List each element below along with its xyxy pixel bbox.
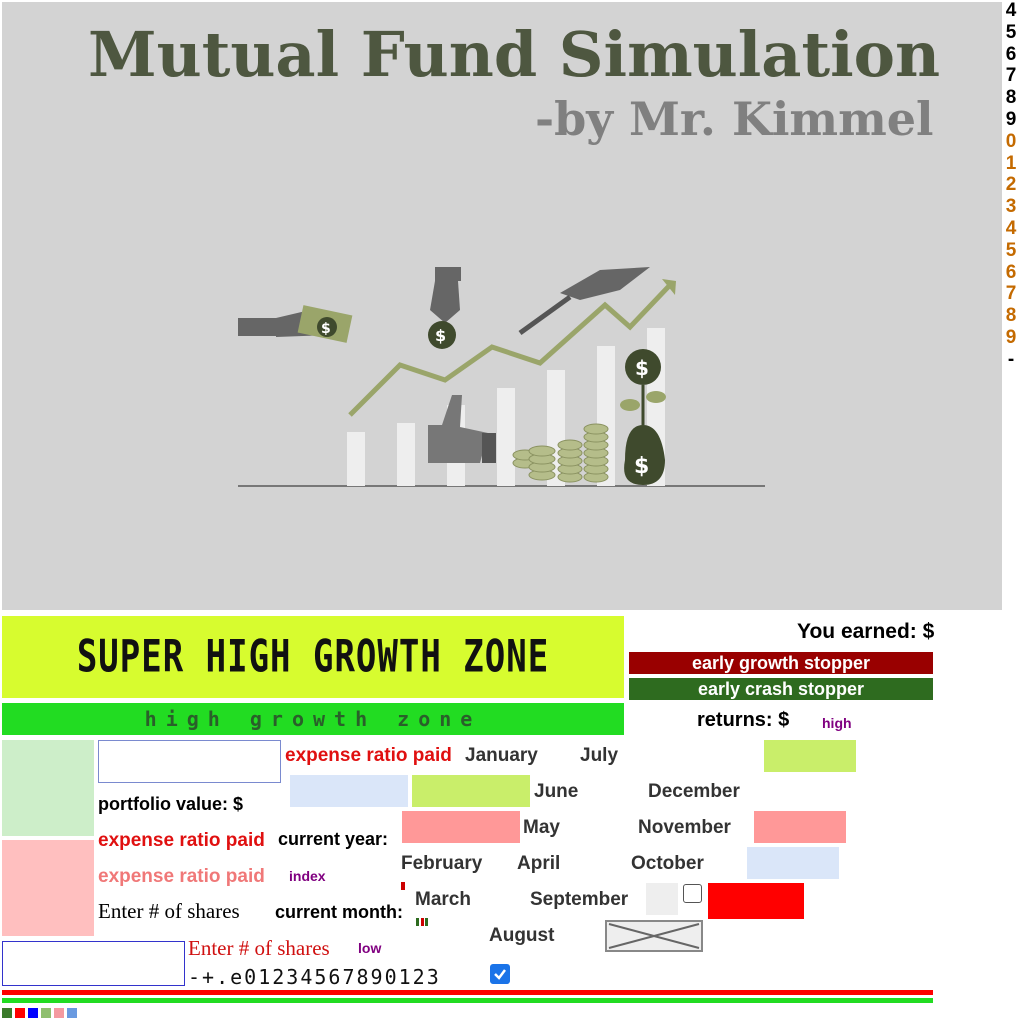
- high-zone-label: high growth zone: [144, 707, 482, 731]
- digit-item: 9: [1005, 108, 1017, 130]
- current-month-label: current month:: [275, 902, 403, 922]
- lime-box-1: [412, 775, 530, 807]
- expense-ratio-label-1: expense ratio paid: [285, 745, 452, 766]
- empty-checkbox[interactable]: [683, 884, 702, 903]
- green-swatch: [2, 740, 94, 836]
- digit-item: 6: [1005, 261, 1017, 283]
- color-swatch: [2, 1008, 12, 1018]
- super-zone-label: SUPER HIGH GROWTH ZONE: [76, 631, 550, 683]
- low-tag: low: [358, 940, 382, 956]
- portfolio-value-label: portfolio value: $: [98, 794, 244, 814]
- page-subtitle: -by Mr. Kimmel: [535, 92, 934, 146]
- month-april[interactable]: April: [517, 853, 560, 875]
- digit-item: 4: [1005, 217, 1017, 239]
- number-keys: -+.e01234567890123: [188, 965, 441, 989]
- month-may[interactable]: May: [523, 817, 560, 839]
- red-swatch: [2, 840, 94, 936]
- month-august[interactable]: August: [489, 925, 554, 947]
- checkmark-icon: [494, 969, 506, 980]
- marker-red-2: [421, 918, 424, 926]
- month-february[interactable]: February: [401, 853, 482, 875]
- super-high-growth-zone: SUPER HIGH GROWTH ZONE: [2, 616, 624, 698]
- red-line: [2, 990, 933, 995]
- early-crash-stopper-button[interactable]: early crash stopper: [629, 678, 933, 700]
- digit-item: 9: [1005, 326, 1017, 348]
- digit-item: 6: [1005, 43, 1017, 65]
- digit-item: 3: [1005, 196, 1017, 218]
- high-growth-zone: high growth zone: [2, 703, 624, 735]
- checked-checkbox[interactable]: [490, 964, 510, 984]
- salmon-box-2: [754, 811, 846, 843]
- enter-shares-label-1: Enter # of shares: [98, 899, 240, 923]
- returns-tag-high: high: [822, 715, 852, 731]
- enter-shares-label-2: Enter # of shares: [188, 936, 330, 960]
- green-line: [2, 998, 933, 1003]
- returns-label: returns: $: [697, 709, 790, 731]
- share-input-top[interactable]: [98, 740, 281, 783]
- digit-item: 5: [1005, 21, 1017, 43]
- chart-bar-icon: [397, 423, 415, 486]
- month-july[interactable]: July: [580, 745, 618, 767]
- salmon-box-1: [402, 811, 520, 843]
- expense-ratio-label-2: expense ratio paid: [98, 830, 265, 851]
- digit-item: 2: [1005, 174, 1017, 196]
- digit-column: 4567890123456789-: [1003, 0, 1019, 371]
- digit-item: 8: [1005, 305, 1017, 327]
- digit-item: 0: [1005, 130, 1017, 152]
- image-placeholder: [605, 920, 703, 952]
- color-swatch: [41, 1008, 51, 1018]
- digit-item: 1: [1005, 152, 1017, 174]
- marker-red: [401, 882, 405, 890]
- current-year-label: current year:: [278, 829, 389, 849]
- light-blue-box-1: [290, 775, 408, 807]
- svg-text:$: $: [634, 454, 649, 479]
- digit-item: 5: [1005, 239, 1017, 261]
- color-swatch: [15, 1008, 25, 1018]
- month-september[interactable]: September: [530, 889, 628, 911]
- digit-item: -: [1007, 348, 1015, 370]
- early-growth-stopper-button[interactable]: early growth stopper: [629, 652, 933, 674]
- legend-swatches: [2, 1008, 77, 1018]
- page-title: Mutual Fund Simulation: [88, 18, 941, 91]
- month-november[interactable]: November: [638, 817, 731, 839]
- color-swatch: [54, 1008, 64, 1018]
- index-tag: index: [289, 868, 326, 884]
- svg-text:$: $: [321, 321, 331, 337]
- month-june[interactable]: June: [534, 781, 578, 803]
- light-blue-box-2: [747, 847, 839, 879]
- share-input-bottom[interactable]: [2, 941, 185, 986]
- chart-bar-icon: [497, 388, 515, 486]
- gray-box: [646, 883, 678, 915]
- chart-bar-icon: [347, 432, 365, 486]
- marker-green-2: [425, 918, 428, 926]
- marker-green-1: [416, 918, 419, 926]
- color-swatch: [28, 1008, 38, 1018]
- digit-item: 4: [1005, 0, 1017, 21]
- month-october[interactable]: October: [631, 853, 704, 875]
- digit-item: 8: [1005, 87, 1017, 109]
- bright-red-box: [708, 883, 804, 919]
- expense-ratio-label-3: expense ratio paid: [98, 866, 265, 887]
- digit-item: 7: [1005, 65, 1017, 87]
- lime-box-2: [764, 740, 856, 772]
- month-january[interactable]: January: [465, 745, 538, 767]
- investment-illustration: $ $ $ $: [238, 267, 765, 487]
- month-december[interactable]: December: [648, 781, 740, 803]
- you-earned-label: You earned: $: [797, 620, 935, 643]
- broken-image-icon: [608, 923, 700, 949]
- color-swatch: [67, 1008, 77, 1018]
- month-march[interactable]: March: [415, 889, 471, 911]
- svg-text:$: $: [435, 326, 446, 345]
- svg-text:$: $: [635, 356, 649, 380]
- digit-item: 7: [1005, 283, 1017, 305]
